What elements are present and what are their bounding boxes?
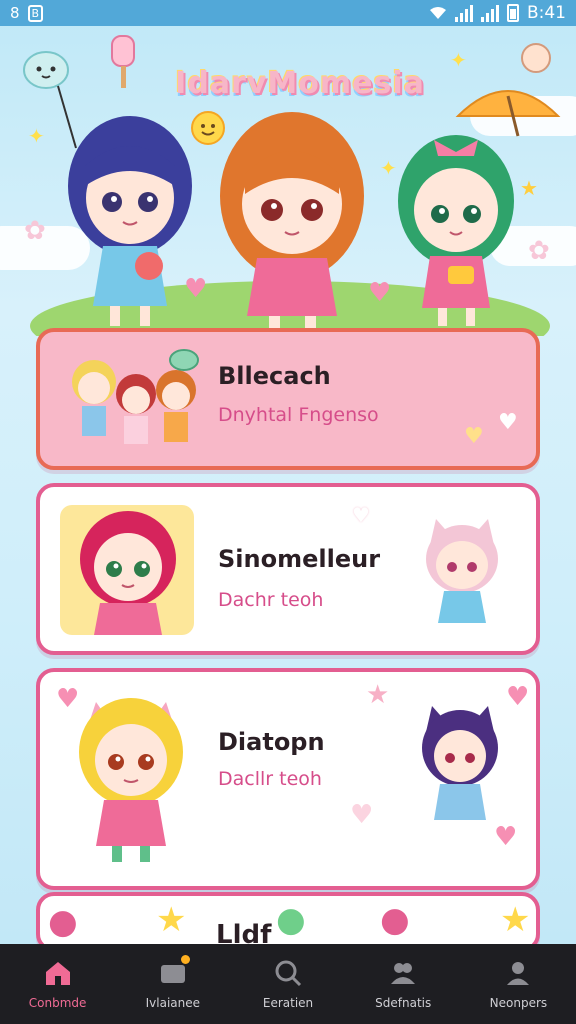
card-subtitle: Dacllr teoh — [218, 768, 322, 790]
status-glyph-2: B — [27, 4, 44, 22]
heart-icon: ♥ — [184, 274, 208, 304]
card-title: Diatopn — [218, 728, 325, 756]
signal-icon — [480, 4, 499, 22]
nav-label: Conbmde — [28, 996, 87, 1010]
flower-icon: ✿ — [24, 216, 46, 246]
character-green-hair — [398, 135, 514, 326]
status-time: B:41 — [526, 3, 566, 23]
heart-icon: ♥ — [498, 410, 518, 435]
people-icon — [391, 963, 416, 984]
sparkle-icon: ✦ — [28, 124, 45, 148]
character-orange-hair — [220, 112, 364, 334]
status-left: 8 B — [10, 4, 44, 22]
character-blonde-hair — [79, 698, 183, 862]
notification-dot — [180, 955, 190, 964]
character-cat-ears — [426, 519, 498, 623]
heart-icon: ♥ — [350, 800, 374, 830]
card-item[interactable]: Bllecach Dnyhtal Fngenso ♥ ♥ — [36, 328, 540, 470]
signal-icon — [454, 4, 473, 22]
message-icon — [158, 955, 190, 988]
nav-label: Sdefnatis — [375, 996, 432, 1010]
character-blue-hair — [68, 116, 192, 326]
group-characters-thumbnail — [72, 349, 199, 444]
nav-item-search[interactable]: Eeratien — [230, 944, 345, 1024]
badge-icon: ● — [48, 902, 78, 942]
star-icon: ★ — [156, 900, 187, 940]
wifi-icon — [429, 7, 446, 19]
card-title: Bllecach — [218, 362, 331, 390]
nav-item-home[interactable]: Conbmde — [0, 944, 115, 1024]
search-icon — [275, 960, 302, 987]
card-item[interactable]: Sinomelleur Dachr teoh ♥ — [36, 483, 540, 655]
heart-icon: ♥ — [494, 822, 518, 852]
home-icon — [45, 962, 70, 985]
card-title: Sinomelleur — [218, 545, 381, 573]
app-title: IdarvMomesia — [175, 66, 425, 101]
smile-icon: ● — [276, 900, 306, 940]
card-item[interactable]: Diatopn Dacllr teoh ♥ ♥ ★ ♥ ♥ — [36, 668, 540, 890]
card-subtitle: Dnyhtal Fngenso — [218, 404, 379, 426]
star-icon: ★ — [500, 900, 531, 940]
heart-icon: ♥ — [352, 503, 370, 527]
heart-icon: ♥ — [56, 684, 80, 714]
heart-icon: ♥ — [464, 424, 484, 449]
nav-item-messages[interactable]: Ivlaianee — [115, 944, 230, 1024]
status-glyph-1: 8 — [10, 4, 20, 22]
profile-icon — [507, 962, 530, 985]
star-icon: ★ — [366, 680, 390, 710]
card-subtitle: Dachr teoh — [218, 589, 324, 611]
character-purple-hair — [422, 706, 498, 820]
status-bar: 8 B B:41 — [0, 0, 576, 26]
status-right: B:41 — [429, 3, 566, 23]
bottom-navigation: Conbmde Ivlaianee Eeratien Sdefnatis Neo… — [0, 944, 576, 1024]
nav-item-profile[interactable]: Neonpers — [461, 944, 576, 1024]
battery-icon — [506, 4, 519, 22]
heart-icon: ♥ — [506, 682, 530, 712]
card-item[interactable]: ● ★ Lldf ● ● ★ — [36, 892, 540, 952]
popsicle-icon — [111, 35, 135, 88]
nav-label: Eeratien — [262, 996, 314, 1010]
hero-banner: IdarvMomesia ✦ ✦ ✦ ★ ♥ ♥ ✿ ✿ — [0, 26, 576, 336]
sparkle-icon: ✦ — [450, 48, 467, 72]
heart-icon: ♥ — [368, 278, 392, 308]
character-red-hair — [80, 511, 176, 635]
badge-icon: ● — [380, 900, 410, 940]
nav-label: Neonpers — [489, 996, 548, 1010]
nav-label: Ivlaianee — [145, 996, 200, 1010]
nav-item-people[interactable]: Sdefnatis — [346, 944, 461, 1024]
flower-icon: ✿ — [528, 236, 550, 266]
